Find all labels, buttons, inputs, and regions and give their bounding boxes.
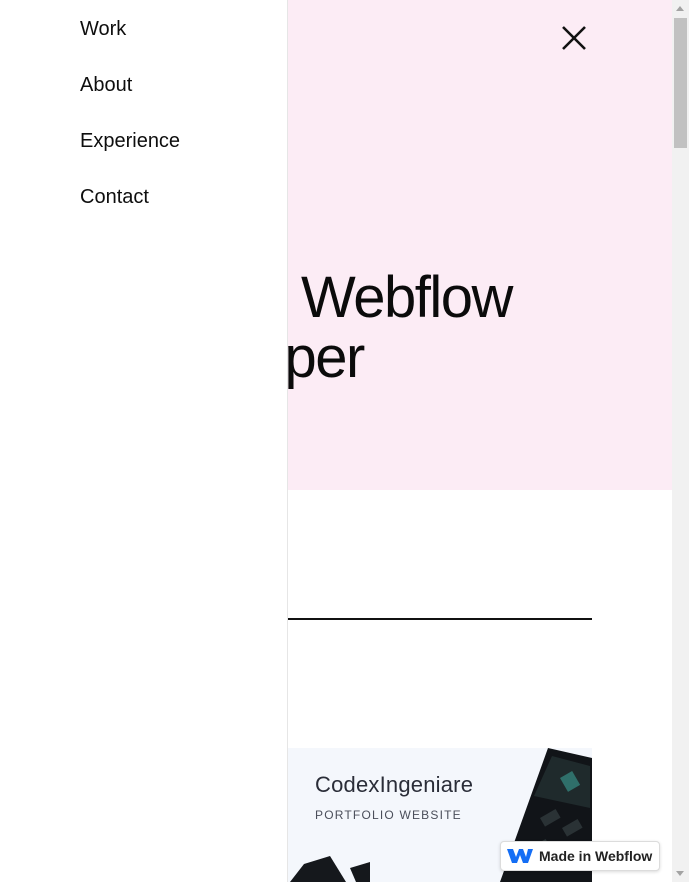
scrollbar-thumb[interactable]: [674, 18, 687, 148]
nav-link-work[interactable]: Work: [80, 18, 126, 41]
badge-label: Made in Webflow: [539, 848, 653, 864]
project-name: CodexIngeniare: [315, 772, 474, 797]
project-type: PORTFOLIO WEBSITE: [315, 808, 462, 822]
nav-link-contact[interactable]: Contact: [80, 186, 149, 209]
scroll-up-arrow-icon[interactable]: [676, 6, 684, 11]
vertical-scrollbar[interactable]: [672, 0, 689, 882]
scroll-down-arrow-icon[interactable]: [676, 871, 684, 876]
nav-drawer: Work About Experience Contact: [0, 0, 288, 882]
close-icon: [562, 26, 586, 50]
close-menu-button[interactable]: [556, 20, 592, 56]
made-in-webflow-badge[interactable]: Made in Webflow: [500, 841, 660, 871]
page-viewport: Miloš Freelance Webflow Developer CodexI…: [0, 0, 672, 882]
nav-link-about[interactable]: About: [80, 74, 132, 97]
webflow-logo-icon: [507, 849, 533, 863]
project-device-image: [290, 856, 370, 882]
nav-link-experience[interactable]: Experience: [80, 130, 180, 153]
